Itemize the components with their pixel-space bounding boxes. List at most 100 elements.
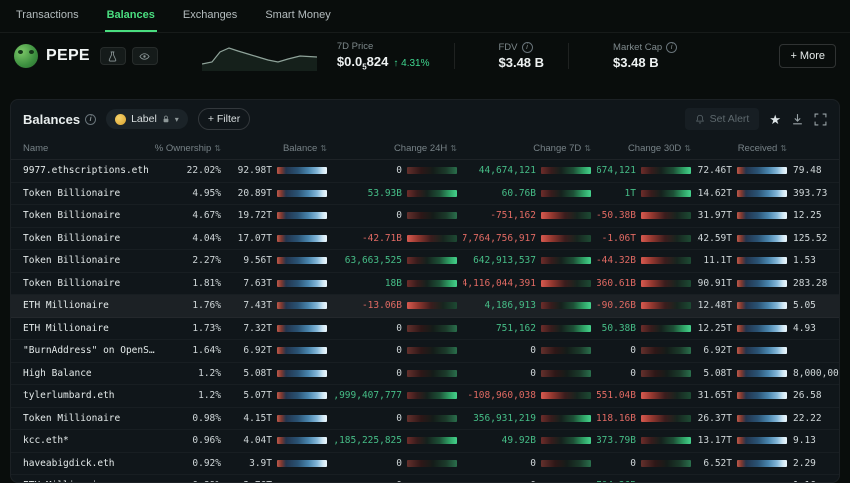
- table-row[interactable]: tylerlumbard.eth1.2%5.07T4,999,407,777-1…: [11, 385, 839, 408]
- cell-name[interactable]: Token Billionaire: [23, 278, 157, 289]
- change-bar: [541, 190, 591, 197]
- download-button[interactable]: [791, 113, 804, 126]
- column-header[interactable]: Change 24H⇅: [333, 143, 457, 154]
- table-row[interactable]: haveabigdick.eth0.92%3.9T0006.52T2.29: [11, 453, 839, 476]
- table-row[interactable]: Token Billionaire4.04%17.07T-42.71B-7,76…: [11, 228, 839, 251]
- table-row[interactable]: High Balance1.2%5.08T0005.08T8,000,000: [11, 363, 839, 386]
- balance-bar: [737, 460, 787, 467]
- cell-last: 12.25: [793, 210, 840, 221]
- cell-c7: 0: [463, 345, 591, 356]
- cell-c7: 60.76B: [463, 188, 591, 199]
- cell-name[interactable]: Token Millionaire: [23, 413, 157, 424]
- cell-name[interactable]: tylerlumbard.eth: [23, 390, 157, 401]
- price-stat: 7D Price $0.05824↑ 4.31%: [337, 41, 430, 72]
- balance-bar: [737, 325, 787, 332]
- column-header[interactable]: Change 30D⇅: [597, 143, 691, 154]
- tab-smart-money[interactable]: Smart Money: [263, 0, 332, 32]
- change-bar: [541, 167, 591, 174]
- label-pill-text: Label: [131, 113, 157, 125]
- table-row[interactable]: ETH Millionaire1.76%7.43T-13.06B4,186,91…: [11, 295, 839, 318]
- sort-icon: ⇅: [320, 144, 327, 153]
- table-row[interactable]: Token Billionaire4.67%19.72T0-751,162-50…: [11, 205, 839, 228]
- cell-balance: 92.98T: [227, 165, 327, 176]
- balance-bar: [277, 280, 327, 287]
- cell-name[interactable]: Token Billionaire: [23, 233, 157, 244]
- balance-bar: [737, 347, 787, 354]
- cell-c7: 356,931,219: [463, 413, 591, 424]
- cell-last: 393.73: [793, 188, 840, 199]
- change-bar: [541, 437, 591, 444]
- more-button[interactable]: + More: [779, 44, 836, 68]
- panel-header: Balances i Label ▾ + Filter Set Alert ★: [11, 100, 839, 138]
- favorite-star-button[interactable]: ★: [769, 113, 781, 126]
- cell-name[interactable]: 9977.ethscriptions.eth: [23, 165, 157, 176]
- balance-bar: [737, 280, 787, 287]
- table-row[interactable]: Token Millionaire0.98%4.15T0356,931,219-…: [11, 408, 839, 431]
- balances-panel: Balances i Label ▾ + Filter Set Alert ★: [10, 99, 840, 483]
- cell-c24: 53.93B: [333, 188, 457, 199]
- cell-name[interactable]: "BurnAddress" on OpenSea: [23, 345, 157, 356]
- cell-c24: 0: [333, 323, 457, 334]
- balance-bar: [277, 415, 327, 422]
- sort-icon: ⇅: [584, 144, 591, 153]
- balance-bar: [737, 190, 787, 197]
- set-alert-button[interactable]: Set Alert: [685, 108, 760, 130]
- change-bar: [407, 460, 457, 467]
- tab-transactions[interactable]: Transactions: [14, 0, 81, 32]
- cell-c24: 0: [333, 165, 457, 176]
- change-bar: [541, 415, 591, 422]
- table-row[interactable]: 9977.ethscriptions.eth22.02%92.98T044,67…: [11, 160, 839, 183]
- cell-name[interactable]: Token Billionaire: [23, 188, 157, 199]
- cell-c7: 44,674,121: [463, 165, 591, 176]
- table-row[interactable]: Token Billionaire2.27%9.56T63,663,525642…: [11, 250, 839, 273]
- cell-c30: -90.26B: [597, 300, 691, 311]
- column-header[interactable]: Received⇅: [697, 143, 787, 154]
- column-header[interactable]: Change 7D⇅: [463, 143, 591, 154]
- price-value: $0.05824↑ 4.31%: [337, 54, 430, 72]
- cell-name[interactable]: ETH Millionaire: [23, 323, 157, 334]
- balance-bar: [737, 235, 787, 242]
- column-header[interactable]: % Ownership⇅: [163, 143, 221, 154]
- cell-name[interactable]: haveabigdick.eth: [23, 458, 157, 469]
- token-header: PEPE 7D Price $0.05824↑ 4.31% FDVi $3.48…: [0, 33, 850, 79]
- label-filter-pill[interactable]: Label ▾: [106, 109, 188, 129]
- balance-bar: [737, 392, 787, 399]
- eye-button[interactable]: [132, 47, 158, 65]
- table-row[interactable]: "BurnAddress" on OpenSea1.64%6.92T0006.9…: [11, 340, 839, 363]
- table-row[interactable]: kcc.eth*0.96%4.04T8,185,225,82549.92B373…: [11, 430, 839, 453]
- cell-received: 12.25T: [697, 323, 787, 334]
- cell-ownership: 4.95%: [163, 188, 221, 199]
- cell-balance: 3.9T: [227, 458, 327, 469]
- divider: [568, 43, 569, 69]
- cell-last: 5.05: [793, 300, 840, 311]
- cell-name[interactable]: ETH Millionaire: [23, 300, 157, 311]
- tab-exchanges[interactable]: Exchanges: [181, 0, 239, 32]
- cell-c7: 642,913,537: [463, 255, 591, 266]
- change-bar: [541, 370, 591, 377]
- column-header[interactable]: Balance⇅: [227, 143, 327, 154]
- panel-actions: Set Alert ★: [685, 108, 827, 130]
- table-row[interactable]: Token Billionaire4.95%20.89T53.93B60.76B…: [11, 183, 839, 206]
- cell-received: 172.46T: [697, 165, 787, 176]
- cell-name[interactable]: High Balance: [23, 368, 157, 379]
- change-bar: [641, 190, 691, 197]
- balance-bar: [277, 190, 327, 197]
- table-row[interactable]: ETH Millionaire0.89%3.76T00704.36B1.16: [11, 475, 839, 483]
- flask-button[interactable]: [100, 47, 126, 65]
- cell-name[interactable]: Token Billionaire: [23, 255, 157, 266]
- cell-balance: 7.32T: [227, 323, 327, 334]
- tab-balances[interactable]: Balances: [105, 0, 157, 32]
- cell-name[interactable]: kcc.eth*: [23, 435, 157, 446]
- change-bar: [641, 347, 691, 354]
- change-bar: [541, 460, 591, 467]
- cell-c30: 373.79B: [597, 435, 691, 446]
- cell-c30: -1.06T: [597, 233, 691, 244]
- table-row[interactable]: Token Billionaire1.81%7.63T18B-4,116,044…: [11, 273, 839, 296]
- market-cap-label: Market Cap: [613, 42, 662, 53]
- cell-balance: 4.15T: [227, 413, 327, 424]
- fullscreen-button[interactable]: [814, 113, 827, 126]
- table-row[interactable]: ETH Millionaire1.73%7.32T0751,16250.38B1…: [11, 318, 839, 341]
- cell-c7: 49.92B: [463, 435, 591, 446]
- add-filter-button[interactable]: + Filter: [198, 108, 250, 130]
- cell-name[interactable]: Token Billionaire: [23, 210, 157, 221]
